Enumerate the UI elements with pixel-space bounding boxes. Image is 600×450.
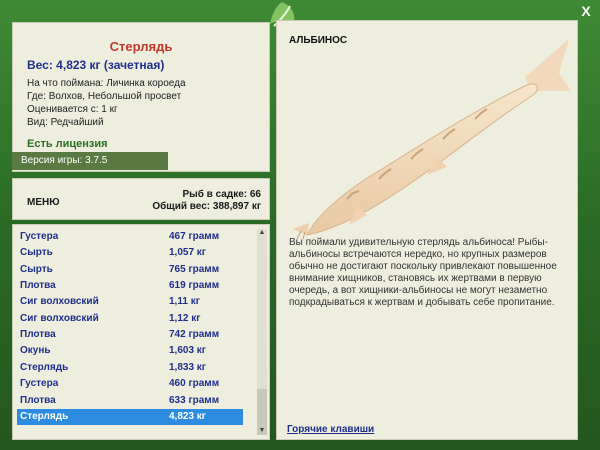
fish-name-cell: Плотва	[20, 395, 56, 406]
fish-weight-cell: 1,11 кг	[169, 296, 200, 307]
list-item[interactable]: Сырть 765 грамм	[17, 262, 243, 278]
fish-name-cell: Окунь	[20, 345, 51, 356]
scroll-up-icon[interactable]: ▲	[258, 229, 266, 237]
albino-sterlet-image	[293, 39, 571, 239]
detail-rarity: Вид: Редчайший	[27, 117, 104, 128]
hotkeys-link[interactable]: Горячие клавиши	[287, 424, 374, 435]
scroll-down-icon[interactable]: ▼	[258, 427, 266, 435]
list-item[interactable]: Сиг волховский 1,12 кг	[17, 311, 243, 327]
fish-weight-cell: 1,603 кг	[169, 345, 206, 356]
list-item[interactable]: Сиг волховский 1,11 кг	[17, 294, 243, 310]
fish-weight-cell: 1,12 кг	[169, 313, 201, 324]
albino-label: АЛЬБИНОС	[289, 35, 348, 46]
fish-weight-cell: 619 грамм	[169, 280, 220, 291]
list-item[interactable]: Густера 460 грамм	[17, 376, 243, 392]
list-item[interactable]: Сырть 1,057 кг	[17, 245, 243, 261]
version-bar: Версия игры: 3.7.5	[12, 152, 168, 170]
list-item[interactable]: Стерлядь 1,833 кг	[17, 360, 243, 376]
fish-name-cell: Плотва	[20, 280, 56, 291]
fish-name-cell: Сиг волховский	[20, 296, 99, 307]
detail-location: Где: Волхов, Небольшой просвет	[27, 91, 182, 102]
fish-name-cell: Плотва	[20, 329, 56, 340]
list-item[interactable]: Окунь 1,603 кг	[17, 343, 243, 359]
total-weight: Общий вес: 388,897 кг	[152, 201, 261, 212]
list-item[interactable]: Густера 467 грамм	[17, 229, 243, 245]
list-scrollbar[interactable]: ▲ ▼	[257, 229, 267, 435]
fish-name-cell: Густера	[20, 378, 59, 389]
fish-name-cell: Сиг волховский	[20, 313, 99, 324]
fish-name-cell: Стерлядь	[20, 362, 69, 373]
list-item[interactable]: Плотва 633 грамм	[17, 393, 243, 409]
fish-weight-cell: 1,833 кг	[169, 362, 206, 373]
fish-count: Рыб в садке: 66	[182, 189, 261, 200]
fish-name-cell: Сырть	[20, 264, 53, 275]
fish-weight-cell: 467 грамм	[169, 231, 220, 242]
license-status: Есть лицензия	[27, 138, 108, 150]
catch-list[interactable]: Густера 467 грамм Сырть 1,057 кг Сырть 765 …	[12, 224, 270, 440]
fish-weight-cell: 1,057 кг	[169, 247, 206, 258]
fish-weight-cell: 633 грамм	[169, 395, 220, 406]
fish-name-cell: Стерлядь	[20, 411, 69, 422]
fish-weight-cell: 742 грамм	[169, 329, 220, 340]
fish-details: На что поймана: Личинка короеда Где: Вол…	[27, 77, 186, 129]
fish-name-cell: Сырть	[20, 247, 53, 258]
fish-weight-cell: 4,823 кг	[169, 411, 206, 422]
fish-name-cell: Густера	[20, 231, 59, 242]
fish-detail-panel: АЛЬБИНОС Вы поймали удивительную стерляд…	[276, 20, 578, 440]
fish-description: Вы поймали удивительную стерлядь альбино…	[289, 237, 557, 308]
list-item-selected[interactable]: Стерлядь 4,823 кг	[17, 409, 243, 425]
detail-threshold: Оценивается с: 1 кг	[27, 104, 118, 115]
game-window: X Стерлядь Вес: 4,823 кг (зачетная) На ч…	[0, 0, 600, 450]
menu-button[interactable]: МЕНЮ	[27, 197, 60, 208]
keepnet-stats: Рыб в садке: 66 Общий вес: 388,897 кг	[152, 189, 261, 213]
list-item[interactable]: Плотва 619 грамм	[17, 278, 243, 294]
fish-weight-cell: 765 грамм	[169, 264, 220, 275]
fish-weight: Вес: 4,823 кг (зачетная)	[27, 58, 165, 72]
list-item[interactable]: Плотва 742 грамм	[17, 327, 243, 343]
menu-area: МЕНЮ Рыб в садке: 66 Общий вес: 388,897 …	[12, 178, 270, 220]
fish-weight-cell: 460 грамм	[169, 378, 220, 389]
close-button[interactable]: X	[578, 3, 594, 19]
fish-name: Стерлядь	[109, 39, 173, 54]
fish-info-panel: Стерлядь Вес: 4,823 кг (зачетная) На что…	[12, 22, 270, 172]
detail-bait: На что поймана: Личинка короеда	[27, 78, 186, 89]
